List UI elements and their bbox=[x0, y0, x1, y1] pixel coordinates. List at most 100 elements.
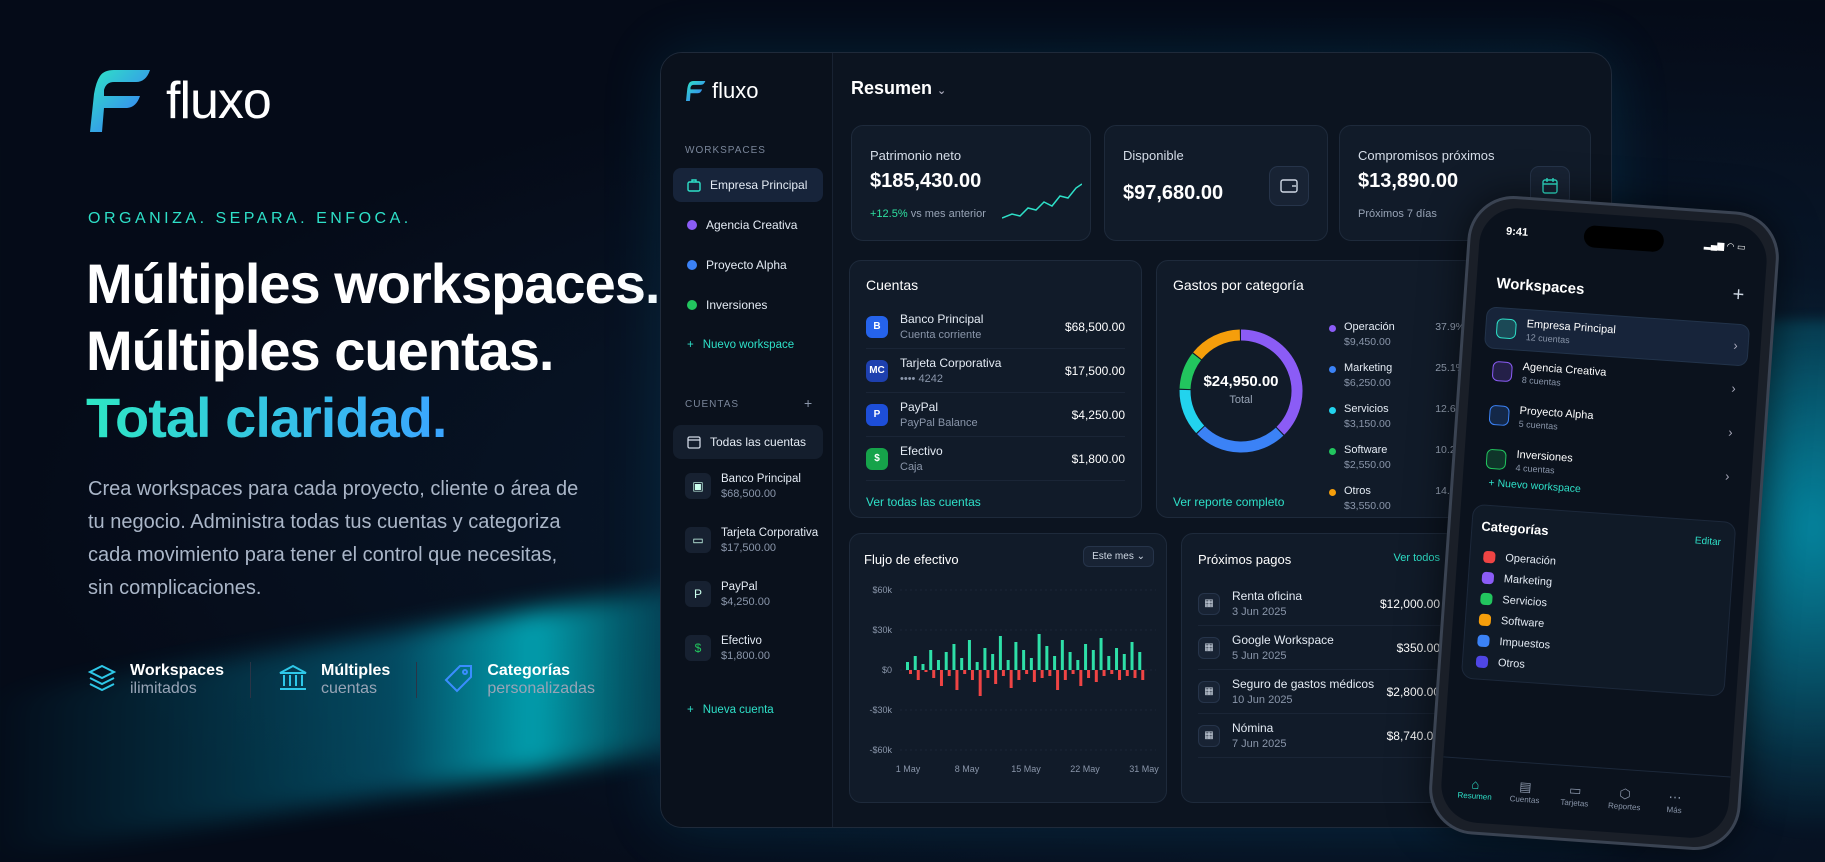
headline-line-2: Múltiples cuentas. bbox=[86, 319, 554, 382]
payment-name: Renta oficina bbox=[1232, 589, 1303, 603]
sparkline bbox=[1002, 183, 1082, 219]
legend-name: Operación bbox=[1344, 321, 1395, 333]
sidebar-account-tarjeta[interactable]: ▭ Tarjeta Corporativa $17,500.00 bbox=[673, 527, 823, 554]
phone-tab-reportes[interactable]: ⬡ Reportes bbox=[1604, 785, 1646, 813]
y-tick-label: $60k bbox=[872, 585, 892, 595]
view-all-payments-link[interactable]: Ver todos bbox=[1394, 552, 1440, 564]
inflow-bar bbox=[1022, 650, 1026, 670]
outflow-bar bbox=[1040, 670, 1044, 678]
brand-logo: fluxo bbox=[90, 68, 272, 134]
period-select[interactable]: Este mes ⌄ bbox=[1083, 546, 1154, 567]
account-icon: P bbox=[866, 403, 888, 426]
hero-headline: Múltiples workspaces. Múltiples cuentas.… bbox=[86, 250, 660, 451]
card-title: Próximos pagos bbox=[1198, 552, 1292, 567]
sidebar-item-empresa-principal[interactable]: Empresa Principal bbox=[673, 168, 823, 202]
inflow-bar bbox=[1107, 656, 1111, 670]
view-report-link[interactable]: Ver reporte completo bbox=[1173, 495, 1284, 509]
phone-tab-tarjetas[interactable]: ▭ Tarjetas bbox=[1554, 781, 1596, 809]
inflow-bar bbox=[1076, 660, 1080, 670]
feature-title: Categorías bbox=[487, 662, 571, 679]
kpi-sub: Próximos 7 días bbox=[1358, 208, 1437, 220]
account-sub: PayPal Balance bbox=[900, 417, 978, 429]
account-row[interactable]: B Banco Principal Cuenta corriente $68,500.… bbox=[866, 305, 1125, 349]
sidebar-account-paypal[interactable]: P PayPal $4,250.00 bbox=[673, 581, 823, 608]
legend-name: Otros bbox=[1344, 485, 1371, 497]
new-account-button[interactable]: + Nueva cuenta bbox=[673, 693, 823, 727]
page-title[interactable]: Resumen ⌄ bbox=[851, 78, 946, 99]
legend-name: Software bbox=[1344, 444, 1388, 456]
x-tick-label: 8 May bbox=[955, 764, 980, 774]
add-account-plus-icon[interactable]: + bbox=[804, 395, 812, 411]
outflow-bar bbox=[986, 670, 990, 678]
sidebar-account-efectivo[interactable]: $ Efectivo $1,800.00 bbox=[673, 635, 823, 662]
account-row[interactable]: MC Tarjeta Corporativa •••• 4242 $17,500.00 bbox=[866, 349, 1125, 393]
sidebar-item-all-accounts[interactable]: Todas las cuentas bbox=[673, 425, 823, 459]
phone-tab-más[interactable]: ⋯ Más bbox=[1654, 788, 1696, 816]
fluxo-logo-icon bbox=[686, 81, 706, 101]
inflow-bar bbox=[1138, 652, 1142, 670]
sidebar-item-proyecto-alpha[interactable]: Proyecto Alpha bbox=[673, 248, 823, 282]
y-tick-label: -$60k bbox=[869, 745, 892, 755]
headline-line-1: Múltiples workspaces. bbox=[86, 252, 660, 315]
payment-row[interactable]: ▦ Seguro de gastos médicos 10 Jun 2025 $2,8… bbox=[1198, 670, 1440, 714]
account-name: Banco Principal bbox=[900, 312, 984, 326]
bank-icon: ▣ bbox=[685, 473, 711, 499]
status-time: 9:41 bbox=[1505, 225, 1529, 239]
legend-item: Servicios $3,150.00 12.6% bbox=[1329, 403, 1465, 444]
edit-categories-link[interactable]: Editar bbox=[1694, 535, 1721, 548]
account-value: $17,500.00 bbox=[721, 542, 777, 554]
phone-tab-resumen[interactable]: ⌂ Resumen bbox=[1454, 775, 1496, 802]
inflow-bar bbox=[991, 654, 995, 670]
view-all-accounts-link[interactable]: Ver todas las cuentas bbox=[866, 495, 981, 509]
sidebar-item-label: Todas las cuentas bbox=[710, 435, 807, 449]
workspace-dot bbox=[687, 300, 697, 310]
add-icon[interactable]: + bbox=[1732, 283, 1745, 307]
outflow-bar bbox=[1032, 670, 1036, 682]
inflow-bar bbox=[906, 662, 909, 670]
payment-row[interactable]: ▦ Nómina 7 Jun 2025 $8,740.00 bbox=[1198, 714, 1440, 758]
payment-amount: $350.00 bbox=[1396, 640, 1440, 655]
legend-amount: $6,250.00 bbox=[1344, 377, 1391, 389]
inflow-bar bbox=[936, 660, 940, 670]
outflow-bar bbox=[1118, 670, 1122, 680]
account-name: PayPal bbox=[900, 400, 939, 414]
account-amount: $4,250.00 bbox=[1071, 407, 1125, 422]
card-icon: ▭ bbox=[685, 527, 711, 553]
tag-icon bbox=[444, 665, 473, 693]
kpi-available: Disponible $97,680.00 bbox=[1104, 125, 1328, 241]
outflow-bar bbox=[932, 670, 936, 678]
workspace-dot bbox=[687, 260, 697, 270]
chevron-down-icon: ⌄ bbox=[1136, 551, 1145, 562]
account-row[interactable]: $ Efectivo Caja $1,800.00 bbox=[866, 437, 1125, 481]
inflow-bar bbox=[1130, 642, 1134, 670]
cashflow-card: Flujo de efectivo Este mes ⌄ $60k $30k $0 -… bbox=[849, 533, 1167, 803]
page-title-text: Resumen bbox=[851, 78, 933, 98]
inflow-bar bbox=[1122, 654, 1126, 670]
payment-row[interactable]: ▦ Renta oficina 3 Jun 2025 $12,000.00 bbox=[1198, 582, 1440, 626]
new-workspace-button[interactable]: + Nuevo workspace bbox=[673, 328, 823, 362]
phone-mockup: 9:41 ▂▄▆ ◠ ▭ Workspaces + Empresa Princi… bbox=[1426, 192, 1782, 854]
bank-icon bbox=[279, 664, 307, 690]
plus-icon: + bbox=[687, 704, 694, 716]
category-icon bbox=[1477, 634, 1490, 648]
sidebar-item-inversiones[interactable]: Inversiones bbox=[673, 288, 823, 322]
feature-sub: ilimitados bbox=[130, 680, 197, 697]
outflow-bar bbox=[963, 670, 967, 674]
phone-tab-cuentas[interactable]: ▤ Cuentas bbox=[1504, 778, 1546, 806]
outflow-bar bbox=[1071, 670, 1075, 674]
sidebar-item-agencia-creativa[interactable]: Agencia Creativa bbox=[673, 208, 823, 242]
account-name: Banco Principal bbox=[721, 473, 801, 485]
workspace-name: Inversiones bbox=[1516, 448, 1574, 465]
sidebar-account-banco[interactable]: ▣ Banco Principal $68,500.00 bbox=[673, 473, 823, 500]
kpi-value: $13,890.00 bbox=[1358, 170, 1459, 192]
donut-total: $24,950.00 bbox=[1203, 373, 1279, 390]
payment-row[interactable]: ▦ Google Workspace 5 Jun 2025 $350.00 bbox=[1198, 626, 1440, 670]
hero-description: Crea workspaces para cada proyecto, clie… bbox=[88, 478, 579, 599]
kpi-value: $97,680.00 bbox=[1123, 182, 1224, 204]
category-name: Otros bbox=[1497, 656, 1526, 671]
inflow-bar bbox=[983, 648, 987, 670]
account-row[interactable]: P PayPal PayPal Balance $4,250.00 bbox=[866, 393, 1125, 437]
legend-amount: $3,150.00 bbox=[1344, 418, 1391, 430]
x-tick-label: 22 May bbox=[1070, 764, 1100, 774]
account-icon: $ bbox=[866, 447, 888, 470]
